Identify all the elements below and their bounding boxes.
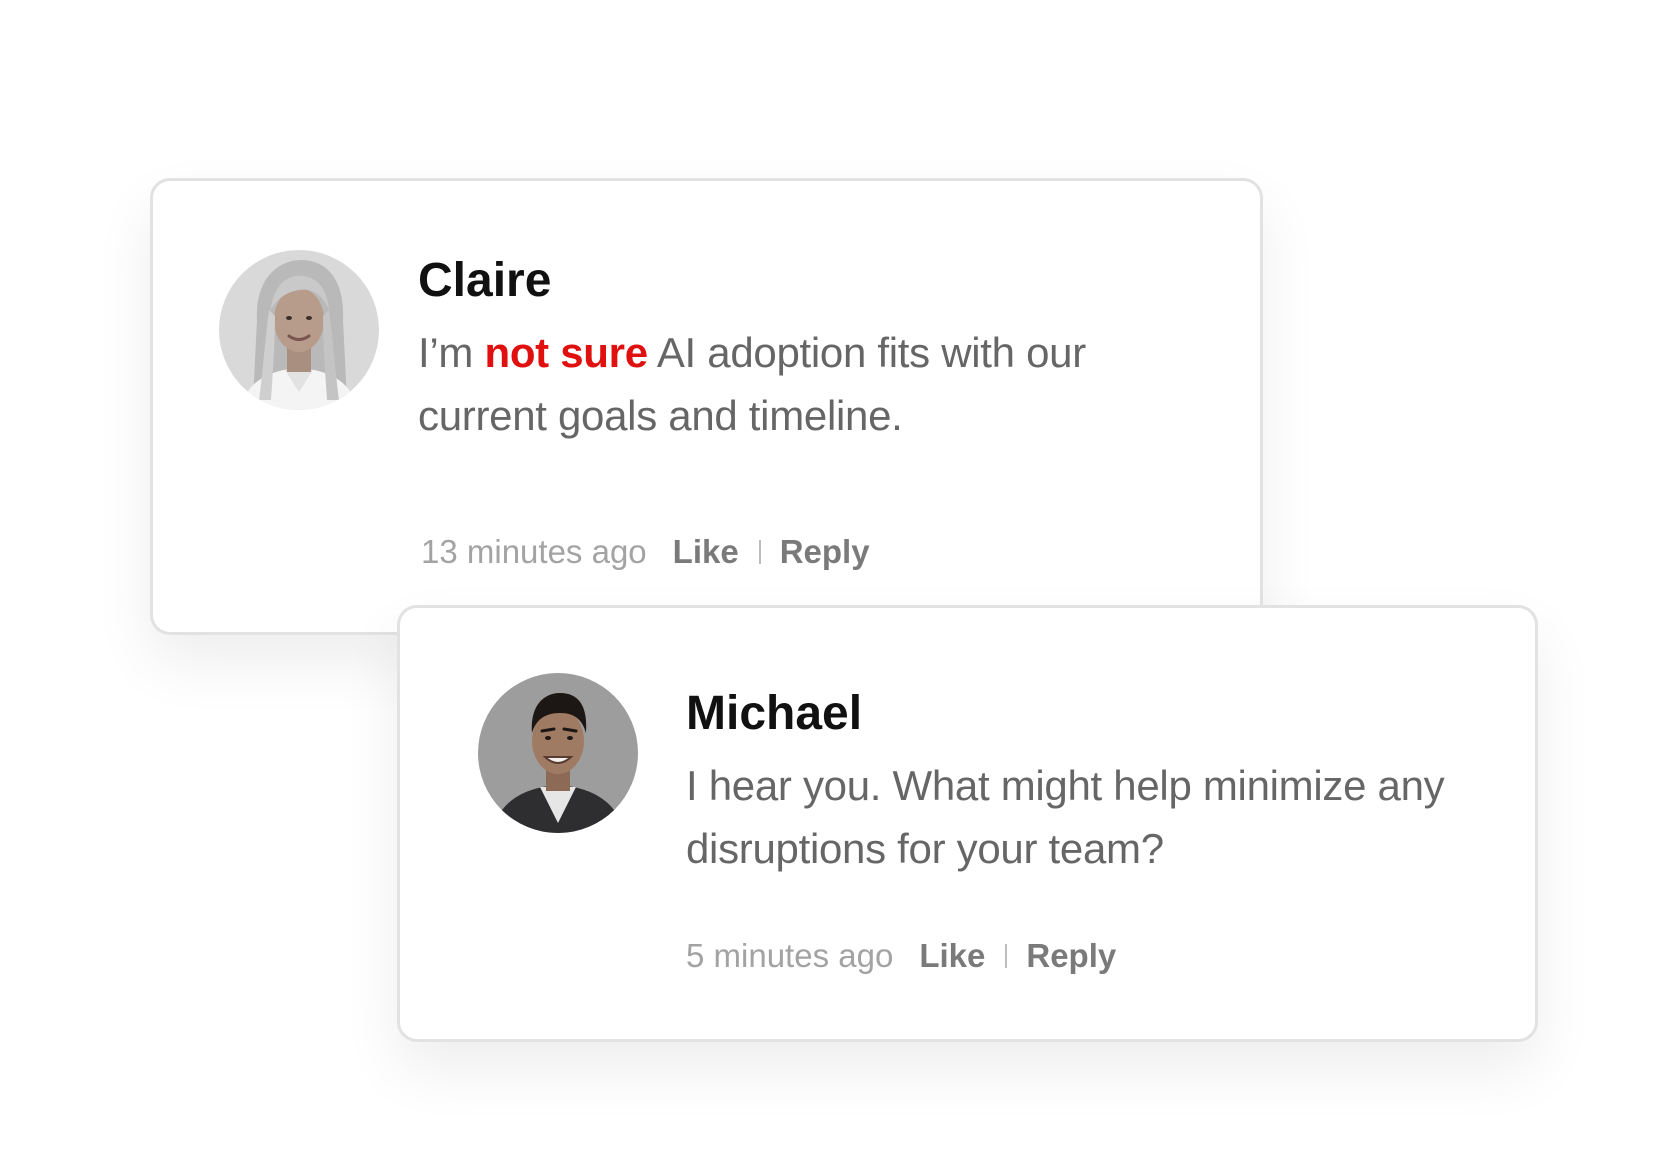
avatar[interactable] (219, 250, 379, 410)
divider (758, 540, 761, 564)
comment-card-claire: Claire I’m not sure AI adoption fits wit… (150, 178, 1263, 635)
comment-author: Claire (418, 254, 552, 307)
message-text: I’m (418, 329, 485, 376)
reply-button[interactable]: Reply (1026, 936, 1116, 976)
comment-message: I hear you. What might help minimize any… (686, 762, 1445, 872)
divider (1005, 944, 1008, 968)
avatar-man-dark-hair-icon (478, 673, 638, 833)
comment-author: Michael (686, 687, 863, 740)
avatar-woman-gray-hair-icon (219, 250, 379, 410)
comment-meta: 5 minutes ago Like Reply (686, 936, 1116, 976)
avatar[interactable] (478, 673, 638, 833)
reply-button[interactable]: Reply (780, 532, 870, 572)
like-button[interactable]: Like (673, 532, 739, 572)
message-highlight: not sure (484, 329, 648, 376)
timestamp: 13 minutes ago (421, 533, 647, 570)
like-button[interactable]: Like (919, 936, 985, 976)
comment-thread: Claire I’m not sure AI adoption fits wit… (0, 0, 1673, 1172)
timestamp: 5 minutes ago (686, 937, 894, 974)
comment-meta: 13 minutes ago Like Reply (421, 532, 870, 572)
comment-card-michael: Michael I hear you. What might help mini… (397, 605, 1538, 1042)
comment-message: I’m not sure AI adoption fits with our c… (418, 321, 1178, 447)
